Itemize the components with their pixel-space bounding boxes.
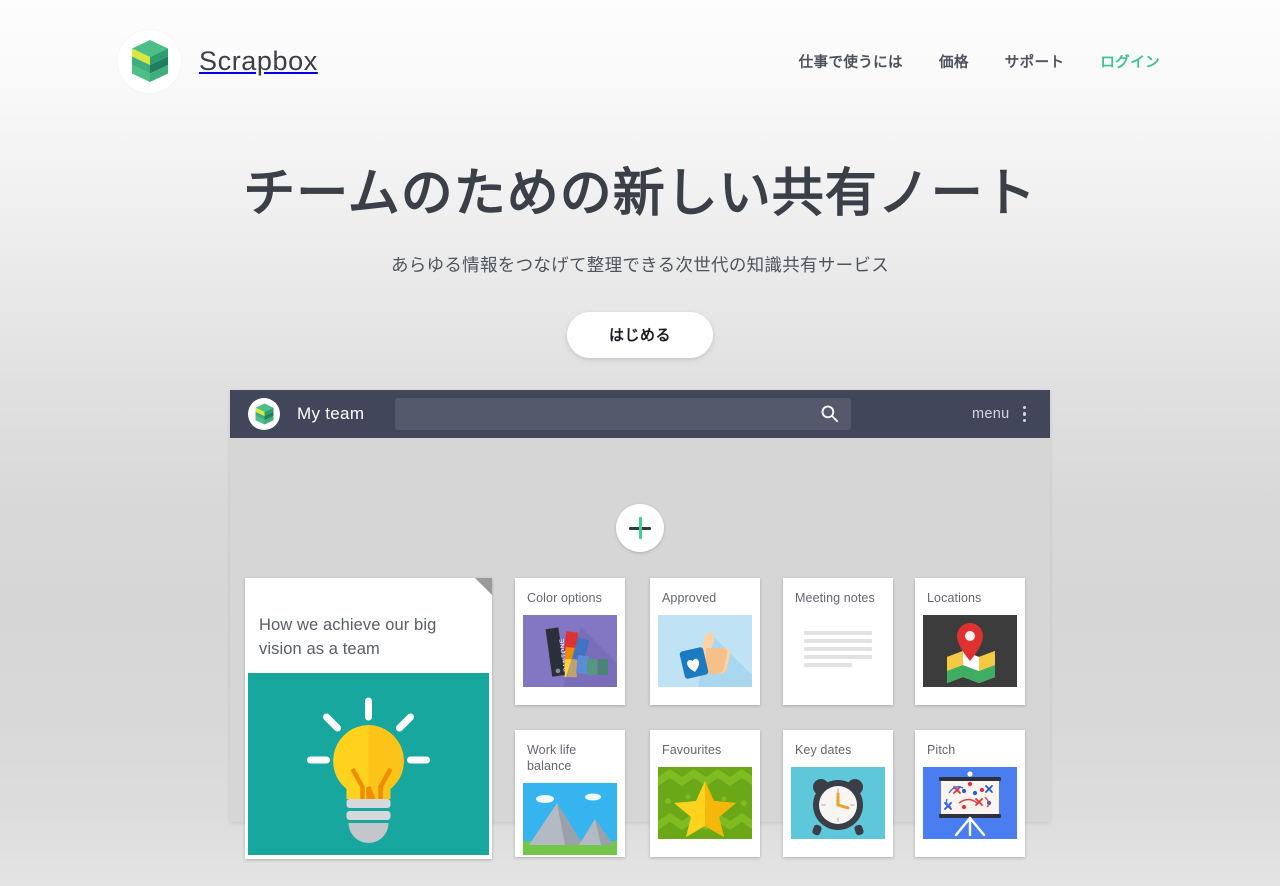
- add-page-button[interactable]: [616, 504, 664, 552]
- nav-link-support[interactable]: サポート: [1005, 51, 1065, 72]
- nav-link-pricing[interactable]: 価格: [939, 51, 969, 72]
- app-preview: My team menu How we achieve our big visi…: [230, 390, 1050, 859]
- app-menu-area[interactable]: menu: [972, 405, 1026, 423]
- search-glass-svg: [821, 405, 839, 423]
- card-thumbnail: PANTONE: [523, 615, 617, 687]
- star-icon: [658, 767, 752, 839]
- hero-subtitle: あらゆる情報をつなげて整理できる次世代の知識共有サービス: [390, 254, 890, 275]
- card-thumbnail: [923, 767, 1017, 839]
- search-input[interactable]: [395, 398, 852, 430]
- brand-name: Scrapbox: [199, 45, 318, 76]
- strategy-board-icon: [923, 767, 1017, 839]
- page-card-approved[interactable]: Approved: [650, 578, 760, 705]
- plus-icon-vertical: [638, 517, 642, 539]
- page-corner-fold-icon: [475, 578, 492, 595]
- text-lines-icon: [791, 615, 885, 667]
- main-navigation: 仕事で使うには 価格 サポート ログイン: [799, 51, 1160, 72]
- mountain-landscape-icon: [523, 783, 617, 855]
- card-thumbnail: [923, 615, 1017, 687]
- pantone-swatch-icon: PANTONE: [523, 615, 617, 687]
- card-title: Pitch: [927, 743, 956, 757]
- page-card-pitch[interactable]: Pitch: [915, 730, 1025, 857]
- card-title: Color options: [527, 591, 602, 605]
- logo-svg: [131, 40, 168, 82]
- card-thumbnail: [791, 615, 885, 687]
- page-card-work-life-balance[interactable]: Work life balance: [515, 730, 625, 857]
- page-card-key-dates[interactable]: Key dates: [783, 730, 893, 857]
- card-title: Key dates: [795, 743, 852, 757]
- card-title: Work life balance: [527, 743, 577, 773]
- page-card-color-options[interactable]: Color options PANTONE: [515, 578, 625, 705]
- page-card-featured[interactable]: How we achieve our big vision as a team: [245, 578, 492, 859]
- hero-section: チームのための新しい共有ノート あらゆる情報をつなげて整理できる次世代の知識共有…: [0, 122, 1280, 358]
- more-vertical-icon[interactable]: [1022, 405, 1026, 423]
- nav-link-login[interactable]: ログイン: [1100, 51, 1160, 72]
- nav-link-business[interactable]: 仕事で使うには: [799, 51, 903, 72]
- card-thumbnail: [523, 783, 617, 855]
- app-top-bar: My team menu: [230, 390, 1050, 438]
- page-title: チームのための新しい共有ノート: [243, 165, 1037, 223]
- app-logo-svg: [255, 403, 273, 425]
- card-thumbnail: [248, 673, 489, 855]
- card-title: How we achieve our big vision as a team: [259, 616, 437, 658]
- page-card-locations[interactable]: Locations: [915, 578, 1025, 705]
- page-card-meeting-notes[interactable]: Meeting notes: [783, 578, 893, 705]
- menu-label[interactable]: menu: [972, 406, 1009, 422]
- card-title: Favourites: [662, 743, 722, 757]
- alarm-clock-icon: [791, 767, 885, 839]
- lightbulb-icon: [307, 697, 430, 843]
- search-icon[interactable]: [820, 404, 839, 428]
- map-pin-icon: [923, 615, 1017, 687]
- card-thumbnail: [658, 767, 752, 839]
- card-title: Meeting notes: [795, 591, 875, 605]
- card-thumbnail: [791, 767, 885, 839]
- thumbs-up-card-icon: [658, 615, 752, 687]
- app-scrapbox-s-logo-icon[interactable]: [248, 398, 280, 430]
- app-body: How we achieve our big vision as a team: [230, 438, 1050, 859]
- site-header: Scrapbox 仕事で使うには 価格 サポート ログイン: [0, 0, 1280, 122]
- scrapbox-s-logo-icon: [118, 29, 181, 93]
- brand-logo-link[interactable]: Scrapbox: [118, 29, 318, 93]
- card-thumbnail: [658, 615, 752, 687]
- team-name: My team: [297, 404, 365, 423]
- page-card-favourites[interactable]: Favourites: [650, 730, 760, 857]
- get-started-button[interactable]: はじめる: [567, 311, 713, 358]
- card-title: Approved: [662, 591, 717, 605]
- card-title: Locations: [927, 591, 982, 605]
